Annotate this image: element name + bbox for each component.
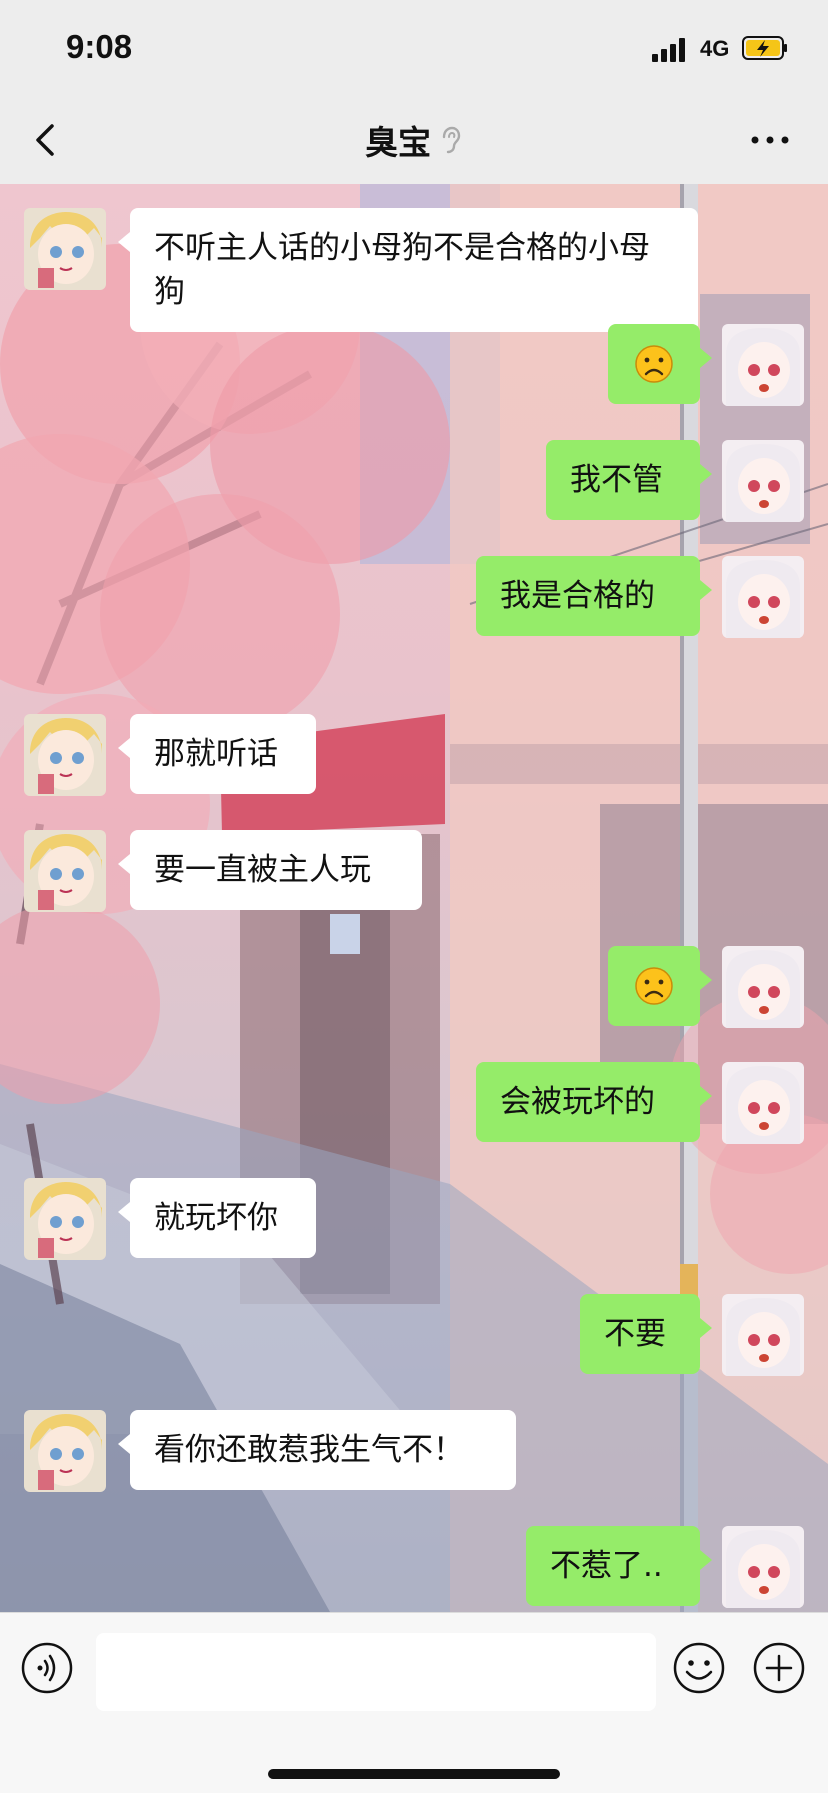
ear-mute-icon <box>442 126 461 154</box>
message-bubble[interactable]: 我是合格的 <box>476 556 712 636</box>
message-text: 不听主人话的小母狗不是合格的小母狗 <box>154 230 650 310</box>
chat-area[interactable]: 不听主人话的小母狗不是合格的小母狗 我不管 我是合格的 那就听话 要一直被主人玩 <box>0 184 828 1612</box>
self-avatar[interactable] <box>722 1294 804 1376</box>
message-bubble[interactable]: 不要 <box>580 1294 712 1374</box>
battery-charging-icon <box>742 36 787 60</box>
contact-avatar[interactable] <box>24 208 106 290</box>
self-avatar[interactable] <box>722 1526 804 1608</box>
contact-avatar[interactable] <box>24 830 106 912</box>
message-text: 我不管 <box>570 462 663 498</box>
contact-avatar[interactable] <box>24 714 106 796</box>
message-text: 就玩坏你 <box>154 1200 278 1236</box>
more-dots-icon[interactable] <box>748 128 792 152</box>
message-bubble[interactable]: 不听主人话的小母狗不是合格的小母狗 <box>118 208 698 332</box>
input-bar <box>0 1612 828 1793</box>
voice-icon[interactable] <box>20 1641 74 1695</box>
chat-title: 臭宝 <box>365 123 431 162</box>
message-text: 我是合格的 <box>500 578 655 614</box>
message-bubble[interactable]: 我不管 <box>546 440 712 520</box>
message-input[interactable] <box>96 1633 656 1711</box>
message-text: 会被玩坏的 <box>500 1084 655 1120</box>
message-text: 看你还敢惹我生气不！ <box>154 1432 464 1468</box>
contact-avatar[interactable] <box>24 1178 106 1260</box>
message-bubble[interactable]: 不惹了.. <box>526 1526 712 1606</box>
contact-avatar[interactable] <box>24 1410 106 1492</box>
message-bubble[interactable] <box>608 324 712 404</box>
message-bubble[interactable]: 那就听话 <box>118 714 316 794</box>
self-avatar[interactable] <box>722 946 804 1028</box>
home-indicator[interactable] <box>268 1769 560 1779</box>
network-type: 4G <box>700 36 730 61</box>
self-avatar[interactable] <box>722 556 804 638</box>
self-avatar[interactable] <box>722 440 804 522</box>
self-avatar[interactable] <box>722 324 804 406</box>
status-time: 9:08 <box>66 28 133 65</box>
cellular-signal-icon <box>652 36 694 62</box>
message-bubble[interactable] <box>608 946 712 1026</box>
message-bubble[interactable]: 就玩坏你 <box>118 1178 316 1258</box>
message-text: 那就听话 <box>154 736 278 772</box>
message-bubble[interactable]: 看你还敢惹我生气不！ <box>118 1410 516 1490</box>
message-bubble[interactable]: 要一直被主人玩 <box>118 830 422 910</box>
message-text: 不要 <box>604 1316 666 1352</box>
self-avatar[interactable] <box>722 1062 804 1144</box>
smile-icon[interactable] <box>672 1641 726 1695</box>
plus-circle-icon[interactable] <box>752 1641 806 1695</box>
status-bar: 9:08 4G <box>0 0 828 96</box>
frown-emoji-icon <box>635 967 673 1005</box>
message-bubble[interactable]: 会被玩坏的 <box>476 1062 712 1142</box>
message-text: 要一直被主人玩 <box>154 852 371 888</box>
message-text: 不惹了.. <box>550 1548 663 1584</box>
nav-title-group: 臭宝 <box>0 96 828 184</box>
nav-bar: 臭宝 <box>0 96 828 185</box>
frown-emoji-icon <box>635 345 673 383</box>
